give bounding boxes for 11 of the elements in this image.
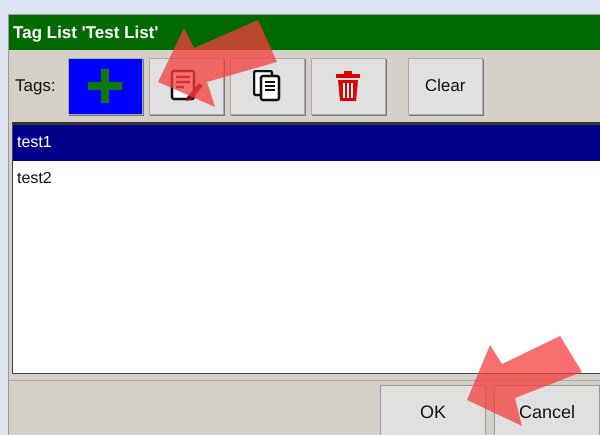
- list-item[interactable]: test1: [13, 125, 600, 161]
- list-item[interactable]: test2: [13, 161, 600, 197]
- ok-button[interactable]: OK: [380, 385, 486, 435]
- trash-icon: [335, 70, 362, 102]
- delete-button[interactable]: [310, 58, 386, 114]
- clear-button[interactable]: Clear: [408, 58, 483, 114]
- copy-icon: [253, 70, 282, 102]
- window-title: Tag List 'Test List': [9, 15, 600, 50]
- add-button[interactable]: [68, 58, 143, 114]
- plus-icon: [88, 69, 122, 103]
- tags-label: Tags:: [15, 76, 56, 96]
